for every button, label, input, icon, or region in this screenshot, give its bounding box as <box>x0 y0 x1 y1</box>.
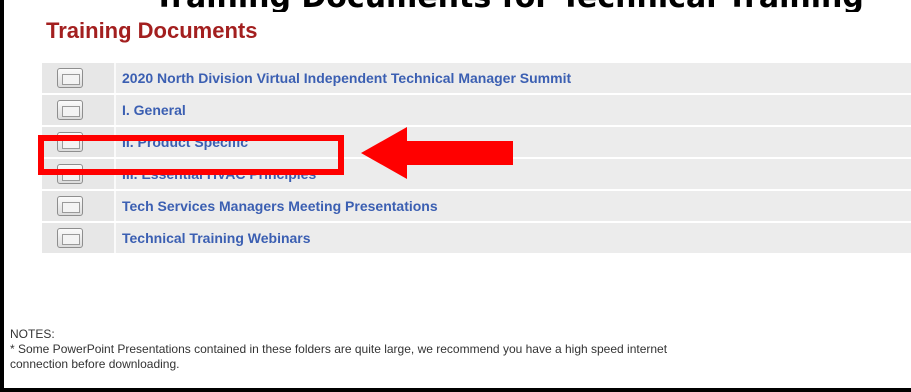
cropped-caption: Training Documents for Technical Trainin… <box>4 0 911 12</box>
highlight-box <box>38 135 344 175</box>
notes-heading: NOTES: <box>10 327 55 341</box>
folder-icon[interactable] <box>57 196 83 216</box>
left-arrow-icon <box>361 127 513 179</box>
page-title: Training Documents <box>46 18 258 43</box>
folder-link[interactable]: Tech Services Managers Meeting Presentat… <box>122 198 438 214</box>
folder-icon[interactable] <box>57 68 83 88</box>
folder-icon[interactable] <box>57 228 83 248</box>
folder-row[interactable]: I. General <box>42 95 911 125</box>
folder-link[interactable]: 2020 North Division Virtual Independent … <box>122 70 571 86</box>
folder-icon[interactable] <box>57 100 83 120</box>
notes-section: NOTES: * Some PowerPoint Presentations c… <box>10 327 911 372</box>
folder-row[interactable]: Tech Services Managers Meeting Presentat… <box>42 191 911 221</box>
folder-row[interactable]: Technical Training Webinars <box>42 223 911 253</box>
folder-link[interactable]: Technical Training Webinars <box>122 230 311 246</box>
notes-line: connection before downloading. <box>10 357 180 371</box>
page-frame: Training Documents for Technical Trainin… <box>0 0 911 392</box>
notes-line: * Some PowerPoint Presentations containe… <box>10 342 668 356</box>
folder-link[interactable]: I. General <box>122 102 186 118</box>
folder-row[interactable]: 2020 North Division Virtual Independent … <box>42 63 911 93</box>
